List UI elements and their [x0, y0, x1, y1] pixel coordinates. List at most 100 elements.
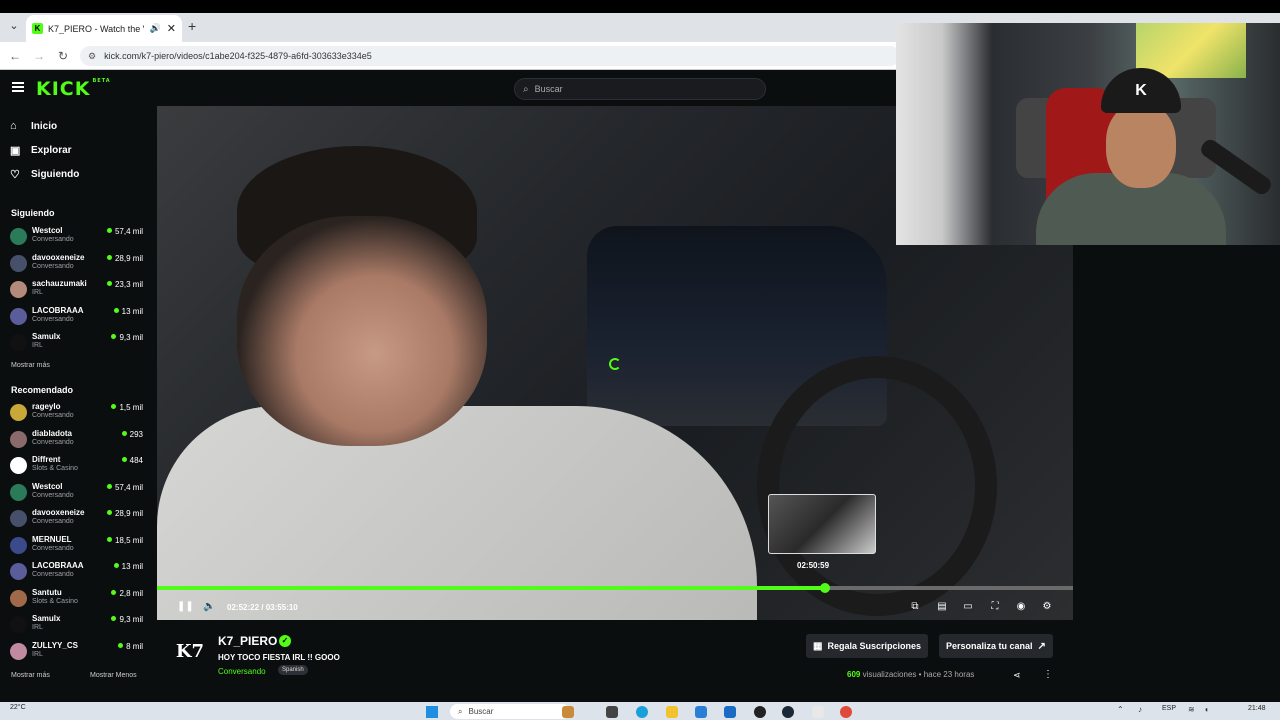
verified-badge-icon: ✓: [279, 635, 291, 647]
forward-arrow-icon[interactable]: →: [30, 47, 48, 65]
show-less-recommended[interactable]: Mostrar Menos: [90, 672, 137, 679]
progress-handle[interactable]: [819, 583, 830, 593]
keyboard-language[interactable]: ESP: [1162, 705, 1176, 712]
gift-button-label: Regala Suscripciones: [827, 641, 921, 651]
clip-icon[interactable]: ▤: [936, 601, 948, 613]
following-channel-item[interactable]: Samulx IRL 9,3 mil: [10, 332, 145, 356]
following-channel-item[interactable]: sachauzumaki IRL 23,3 mil: [10, 279, 145, 303]
edge-browser-icon[interactable]: [636, 706, 648, 718]
reload-icon[interactable]: ↻: [54, 47, 72, 65]
progress-bar[interactable]: [157, 583, 1073, 593]
taskbar-app-icon[interactable]: [812, 706, 824, 718]
recommended-channel-item[interactable]: Samulx IRL 9,3 mil: [10, 614, 145, 638]
language-tag[interactable]: Spanish: [278, 665, 308, 675]
channel-name: LACOBRAAA: [32, 305, 84, 315]
search-icon: ⌕: [458, 706, 463, 716]
time-separator: /: [261, 603, 264, 612]
channel-avatar[interactable]: K7: [175, 637, 205, 667]
following-channel-item[interactable]: Westcol Conversando 57,4 mil: [10, 226, 145, 250]
playback-speed-icon[interactable]: ◉: [1015, 601, 1027, 613]
browser-tab-active[interactable]: K K7_PIERO - Watch the VOD 🔊 ✕: [26, 15, 182, 42]
sidebar-item-inicio[interactable]: ⌂ Inicio: [10, 120, 57, 132]
recommended-channel-item[interactable]: davooxeneize Conversando 28,9 mil: [10, 508, 145, 532]
time-ago: hace 23 horas: [923, 670, 975, 679]
more-options-icon[interactable]: ⋮: [1043, 669, 1053, 680]
settings-gear-icon[interactable]: ⚙: [1041, 601, 1053, 613]
channel-name: Samulx: [32, 614, 61, 623]
menu-icon[interactable]: [12, 82, 24, 92]
progress-fill: [157, 586, 825, 590]
channel-avatar: [10, 457, 27, 474]
share-icon[interactable]: ⋖: [1013, 670, 1021, 681]
recommended-channel-item[interactable]: Diffrent Slots & Casino 484: [10, 455, 145, 479]
store-icon[interactable]: [695, 706, 707, 718]
sidebar-item-explorar[interactable]: ▣ Explorar: [10, 144, 72, 157]
webcam-overlay: K: [896, 23, 1280, 245]
close-tab-icon[interactable]: ✕: [167, 22, 176, 35]
speaker-icon[interactable]: ◖: [1204, 705, 1209, 714]
stream-category[interactable]: Conversando: [218, 667, 266, 676]
kick-logo[interactable]: KICK BETA: [36, 78, 111, 100]
channel-avatar: [10, 536, 27, 554]
channel-category: Conversando: [32, 518, 74, 525]
site-info-icon[interactable]: ⚙: [88, 51, 96, 62]
fullscreen-icon[interactable]: ⛶: [989, 601, 1001, 613]
recommended-channel-item[interactable]: rageylo Conversando 1,5 mil: [10, 402, 145, 426]
windows-start-icon[interactable]: [426, 706, 438, 718]
temperature: 22°C: [10, 704, 26, 711]
miniplayer-icon[interactable]: ⧉: [909, 601, 921, 613]
show-more-recommended[interactable]: Mostrar más: [11, 672, 50, 679]
compass-icon: ▣: [10, 145, 21, 157]
external-link-icon: ↗: [1037, 640, 1046, 652]
clock[interactable]: 21:48: [1248, 705, 1266, 712]
weather-widget[interactable]: 22°C: [10, 704, 26, 711]
beta-tag: BETA: [92, 78, 111, 84]
channel-name: sachauzumaki: [32, 279, 87, 288]
wifi-icon[interactable]: ≋: [1188, 705, 1195, 714]
channel-category: Slots & Casino: [32, 597, 78, 605]
url-field[interactable]: ⚙ kick.com/k7-piero/videos/c1abe204-f325…: [80, 46, 900, 66]
steering-wheel: [757, 356, 997, 616]
pause-icon[interactable]: ❚❚: [177, 601, 194, 612]
seek-preview-time: 02:50:59: [797, 561, 830, 570]
recommended-channel-item[interactable]: LACOBRAAA Conversando 13 mil: [10, 561, 145, 585]
search-input[interactable]: ⌕ Buscar: [514, 78, 766, 100]
volume-icon[interactable]: 🔈: [203, 601, 215, 612]
taskbar-app-icon[interactable]: [606, 706, 618, 718]
back-arrow-icon[interactable]: ←: [6, 47, 24, 65]
top-strip: [0, 0, 1280, 13]
file-explorer-icon[interactable]: [666, 706, 678, 718]
microphone-icon[interactable]: ♪: [1138, 705, 1142, 714]
taskbar-app-icon[interactable]: [754, 706, 766, 718]
speaker-icon[interactable]: 🔊: [150, 23, 161, 34]
channel-name: LACOBRAAA: [32, 561, 84, 570]
gift-subscriptions-button[interactable]: ▦ Regala Suscripciones: [806, 634, 928, 658]
recommended-channel-item[interactable]: Westcol Conversando 57,4 mil: [10, 482, 145, 506]
current-time: 02:52:22: [227, 603, 260, 612]
outlook-icon[interactable]: [724, 706, 736, 718]
recommended-channel-item[interactable]: diabladota Conversando 293: [10, 429, 145, 453]
sidebar-item-siguiendo[interactable]: ♡ Siguiendo: [10, 168, 79, 181]
theater-mode-icon[interactable]: ▭: [962, 601, 974, 613]
recommended-channel-item[interactable]: ZULLYY_CS IRL 8 mil: [10, 641, 145, 665]
steam-icon[interactable]: [782, 706, 794, 718]
following-channel-item[interactable]: davooxeneize Conversando 28,9 mil: [10, 253, 145, 277]
viewer-count: 293: [122, 430, 143, 439]
channel-name[interactable]: K7_PIERO: [218, 634, 277, 648]
channel-name: Westcol: [32, 226, 63, 235]
channel-info: K7 K7_PIERO ✓ HOY TOCO FIESTA IRL !! GOO…: [157, 620, 1073, 702]
webcam-person-face: [1106, 103, 1176, 188]
new-tab-button[interactable]: +: [188, 18, 196, 34]
show-more-following[interactable]: Mostrar más: [11, 362, 50, 369]
customize-channel-button[interactable]: Personaliza tu canal ↗: [939, 634, 1053, 658]
channel-avatar: [10, 616, 27, 633]
taskbar-app-icon[interactable]: [562, 706, 574, 718]
chrome-browser-icon[interactable]: [840, 706, 852, 718]
tray-chevron-icon[interactable]: ⌃: [1117, 705, 1124, 714]
following-channel-item[interactable]: LACOBRAAA Conversando 13 mil: [10, 306, 145, 330]
recommended-channel-item[interactable]: Santutu Slots & Casino 2,8 mil: [10, 588, 145, 612]
taskbar-search[interactable]: ⌕ Buscar: [450, 704, 570, 719]
tab-list-chevron-icon[interactable]: ⌄: [6, 18, 22, 34]
time-display: 02:52:22 / 03:55:10: [227, 603, 298, 612]
recommended-channel-item[interactable]: MERNUEL Conversando 18,5 mil: [10, 535, 145, 559]
